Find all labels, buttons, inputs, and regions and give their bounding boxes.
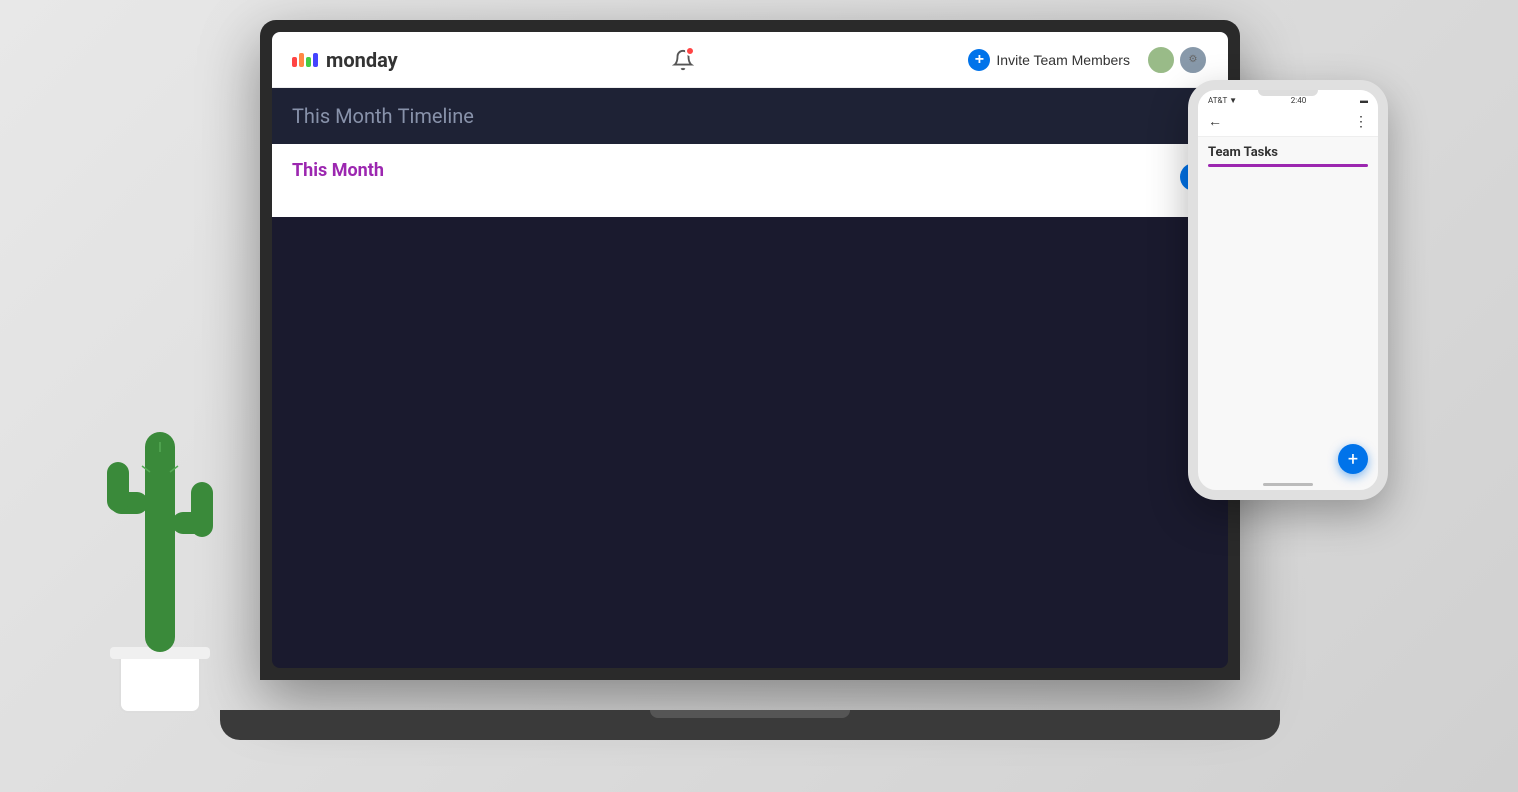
timeline-table (292, 140, 1208, 144)
invite-label: Invite Team Members (996, 52, 1130, 68)
timeline-dates-row (292, 140, 1208, 144)
logo: monday (292, 48, 398, 72)
laptop: monday + Invite Team Members (260, 20, 1240, 740)
phone-accent-bar (1208, 164, 1368, 167)
phone-home-indicator (1263, 483, 1313, 486)
table-section: This Month + (272, 144, 1228, 217)
timeline-section: This Month Timeline (272, 88, 1228, 144)
phone-add-button[interactable]: + (1338, 444, 1368, 474)
phone-notch (1258, 90, 1318, 96)
phone-menu-icon[interactable]: ⋮ (1354, 114, 1368, 130)
notification-bell[interactable] (667, 44, 699, 76)
avatar-group: ⚙ (1146, 45, 1208, 75)
phone-screen-title: Team Tasks (1198, 137, 1378, 164)
laptop-screen: monday + Invite Team Members (272, 32, 1228, 668)
phone-battery: ▬ (1360, 96, 1368, 105)
logo-icon (292, 53, 318, 67)
timeline-title: This Month Timeline (292, 104, 1208, 128)
phone-body: AT&T ▼ 2:40 ▬ ← ⋮ Team Tasks + (1188, 80, 1388, 500)
phone-time: 2:40 (1291, 96, 1306, 105)
phone-nav: ← ⋮ (1198, 107, 1378, 137)
notification-dot (685, 46, 695, 56)
app-header: monday + Invite Team Members (272, 32, 1228, 88)
laptop-base (220, 710, 1280, 740)
plus-icon: + (968, 49, 990, 71)
phone-back-icon[interactable]: ← (1208, 113, 1222, 130)
logo-text: monday (326, 48, 398, 72)
phone-carrier: AT&T ▼ (1208, 96, 1237, 105)
table-title: This Month (292, 160, 384, 181)
avatar-1 (1146, 45, 1176, 75)
phone-fab-area: + (1338, 444, 1368, 474)
scene: monday + Invite Team Members (0, 0, 1518, 792)
invite-team-button[interactable]: + Invite Team Members (968, 49, 1130, 71)
phone: AT&T ▼ 2:40 ▬ ← ⋮ Team Tasks + (1188, 80, 1388, 500)
laptop-body: monday + Invite Team Members (260, 20, 1240, 680)
header-right: + Invite Team Members ⚙ (968, 45, 1208, 75)
cactus-decoration (50, 352, 270, 732)
avatar-2: ⚙ (1178, 45, 1208, 75)
